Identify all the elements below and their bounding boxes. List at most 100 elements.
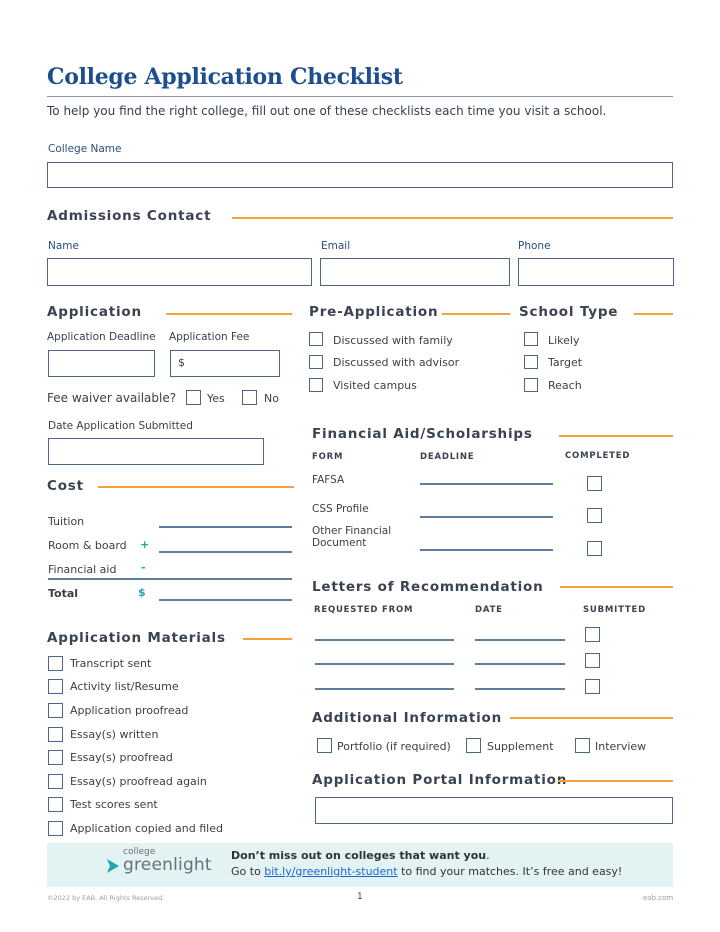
section-rule bbox=[243, 638, 292, 640]
material-checkbox[interactable] bbox=[48, 821, 63, 836]
column-header-completed: COMPLETED bbox=[565, 451, 631, 461]
column-header-submitted: SUBMITTED bbox=[583, 605, 646, 615]
greenlight-banner: college greenlight Don’t miss out on col… bbox=[47, 843, 673, 887]
column-header-requested-from: REQUESTED FROM bbox=[314, 605, 414, 615]
fa-completed-fafsa-checkbox[interactable] bbox=[587, 476, 602, 491]
contact-name-field[interactable] bbox=[47, 258, 312, 286]
fa-deadline-other[interactable] bbox=[420, 549, 553, 551]
material-label: Application proofread bbox=[70, 704, 189, 717]
fee-waiver-yes-checkbox[interactable] bbox=[186, 390, 201, 405]
dollar-symbol: $ bbox=[138, 586, 146, 599]
cost-field-tuition[interactable] bbox=[159, 526, 292, 528]
contact-phone-field[interactable] bbox=[518, 258, 674, 286]
fee-waiver-no-checkbox[interactable] bbox=[242, 390, 257, 405]
school-type-label-likely: Likely bbox=[548, 334, 580, 347]
letter-submitted-1-checkbox[interactable] bbox=[585, 627, 600, 642]
page-number: 1 bbox=[357, 892, 363, 902]
school-type-checkbox-reach[interactable] bbox=[524, 378, 538, 392]
application-fee-field[interactable]: $ bbox=[170, 350, 280, 377]
fa-completed-css-checkbox[interactable] bbox=[587, 508, 602, 523]
application-deadline-field[interactable] bbox=[48, 350, 155, 377]
section-rule bbox=[166, 313, 292, 315]
date-submitted-field[interactable] bbox=[48, 438, 264, 465]
section-rule bbox=[232, 217, 673, 219]
letter-submitted-3-checkbox[interactable] bbox=[585, 679, 600, 694]
banner-cta-suffix: to find your matches. It’s free and easy… bbox=[397, 865, 623, 878]
greenlight-arrow-icon bbox=[107, 859, 119, 873]
banner-headline-period: . bbox=[486, 849, 490, 862]
material-checkbox[interactable] bbox=[48, 703, 63, 718]
cost-heading: Cost bbox=[47, 478, 84, 494]
fa-deadline-css[interactable] bbox=[420, 516, 553, 518]
plus-symbol: + bbox=[140, 538, 150, 551]
school-type-checkbox-target[interactable] bbox=[524, 355, 538, 369]
letter-requested-from-2[interactable] bbox=[315, 663, 454, 665]
banner-cta: Go to bit.ly/greenlight-student to find … bbox=[231, 865, 622, 878]
application-deadline-label: Application Deadline bbox=[47, 331, 156, 343]
additional-interview-checkbox[interactable] bbox=[575, 738, 590, 753]
materials-heading: Application Materials bbox=[47, 630, 226, 646]
application-fee-label: Application Fee bbox=[169, 331, 250, 343]
pre-app-label-family: Discussed with family bbox=[333, 334, 453, 347]
cost-label-room-board: Room & board bbox=[48, 539, 127, 552]
banner-headline-bold: Don’t miss out on colleges that want you bbox=[231, 849, 487, 862]
letter-requested-from-1[interactable] bbox=[315, 639, 454, 641]
admissions-contact-heading: Admissions Contact bbox=[47, 208, 212, 224]
portal-info-field[interactable] bbox=[315, 797, 673, 824]
letter-submitted-2-checkbox[interactable] bbox=[585, 653, 600, 668]
section-rule bbox=[558, 780, 673, 782]
banner-headline: Don’t miss out on colleges that want you… bbox=[231, 849, 490, 862]
college-name-label: College Name bbox=[48, 143, 122, 155]
letter-date-3[interactable] bbox=[475, 688, 565, 690]
cost-field-room-board[interactable] bbox=[159, 551, 292, 553]
college-name-field[interactable] bbox=[47, 162, 673, 188]
contact-name-label: Name bbox=[48, 240, 79, 252]
banner-cta-prefix: Go to bbox=[231, 865, 265, 878]
section-rule bbox=[559, 435, 673, 437]
fa-completed-other-checkbox[interactable] bbox=[587, 541, 602, 556]
date-submitted-label: Date Application Submitted bbox=[48, 420, 193, 432]
additional-supplement-checkbox[interactable] bbox=[466, 738, 481, 753]
fa-form-other-line1: Other Financial bbox=[312, 525, 392, 537]
fee-waiver-label: Fee waiver available? bbox=[47, 391, 177, 405]
contact-email-field[interactable] bbox=[320, 258, 510, 286]
material-label: Activity list/Resume bbox=[70, 680, 179, 693]
financial-aid-heading: Financial Aid/Scholarships bbox=[312, 426, 533, 442]
page-title: College Application Checklist bbox=[47, 64, 403, 90]
material-label: Transcript sent bbox=[70, 657, 152, 670]
cost-field-total[interactable] bbox=[159, 599, 292, 601]
material-checkbox[interactable] bbox=[48, 727, 63, 742]
material-checkbox[interactable] bbox=[48, 797, 63, 812]
material-checkbox[interactable] bbox=[48, 656, 63, 671]
portal-heading: Application Portal Information bbox=[312, 772, 568, 788]
school-type-label-target: Target bbox=[548, 356, 583, 369]
material-label: Application copied and filed bbox=[70, 822, 223, 835]
pre-app-checkbox-family[interactable] bbox=[309, 332, 323, 346]
additional-portfolio-checkbox[interactable] bbox=[317, 738, 332, 753]
minus-symbol: - bbox=[141, 561, 146, 574]
fee-waiver-yes-label: Yes bbox=[207, 392, 225, 405]
material-checkbox[interactable] bbox=[48, 679, 63, 694]
contact-phone-label: Phone bbox=[518, 240, 551, 252]
material-checkbox[interactable] bbox=[48, 774, 63, 789]
dollar-prefix: $ bbox=[178, 356, 185, 369]
fee-waiver-no-label: No bbox=[264, 392, 279, 405]
pre-app-checkbox-visited[interactable] bbox=[309, 378, 323, 392]
letter-date-2[interactable] bbox=[475, 663, 565, 665]
school-type-heading: School Type bbox=[519, 304, 619, 320]
column-header-date: DATE bbox=[475, 605, 503, 615]
section-rule bbox=[560, 586, 673, 588]
letters-heading: Letters of Recommendation bbox=[312, 579, 544, 595]
letter-requested-from-3[interactable] bbox=[315, 688, 454, 690]
material-checkbox[interactable] bbox=[48, 750, 63, 765]
letter-date-1[interactable] bbox=[475, 639, 565, 641]
school-type-checkbox-likely[interactable] bbox=[524, 332, 538, 346]
greenlight-link[interactable]: bit.ly/greenlight-student bbox=[264, 865, 397, 878]
cost-field-financial-aid[interactable] bbox=[48, 578, 292, 580]
pre-app-checkbox-advisor[interactable] bbox=[309, 355, 323, 369]
additional-portfolio-label: Portfolio (if required) bbox=[337, 740, 451, 753]
section-rule bbox=[634, 313, 673, 315]
fa-deadline-fafsa[interactable] bbox=[420, 483, 553, 485]
fa-form-other-line2: Document bbox=[312, 537, 367, 549]
cost-label-total: Total bbox=[48, 587, 79, 600]
